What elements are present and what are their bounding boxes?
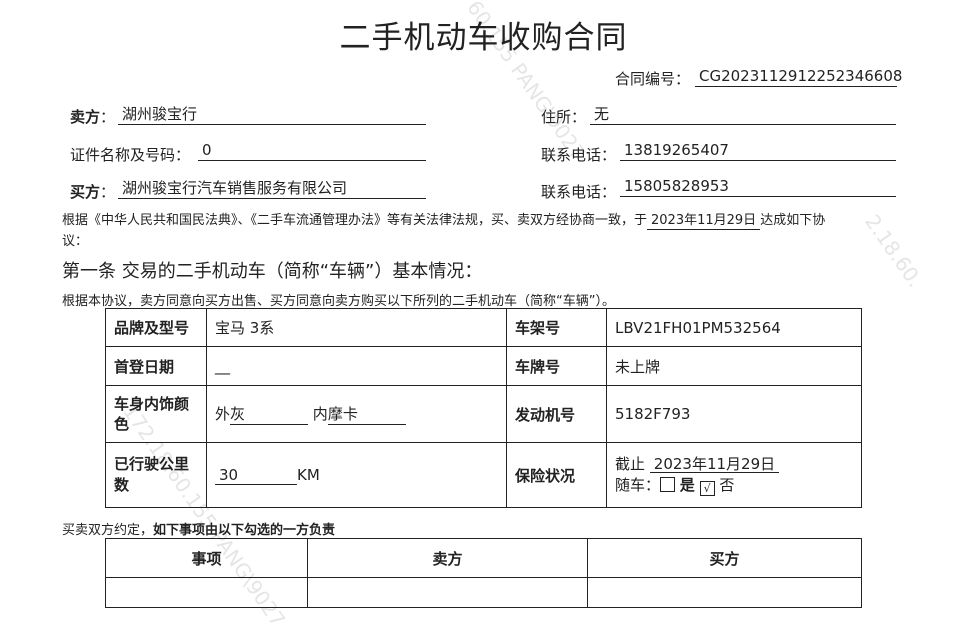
brand-value: 宝马 3系 xyxy=(206,308,507,347)
article1-heading: 第一条 交易的二手机动车（简称“车辆”）基本情况： xyxy=(62,261,483,282)
seller-phone-label: 联系电话： xyxy=(541,146,617,164)
color-label-line2: 色 xyxy=(114,415,130,433)
first-reg-label: 首登日期 xyxy=(105,346,207,386)
insurance-label: 保险状况 xyxy=(506,442,607,508)
table-cell xyxy=(105,577,308,608)
address-field: 无 xyxy=(590,104,896,125)
mileage-label-line2: 数 xyxy=(114,476,130,494)
engine-label: 发动机号 xyxy=(506,385,607,443)
color-label: 车身内饰颜 色 xyxy=(105,385,207,443)
first-reg-value: __ xyxy=(206,346,507,386)
yes-label: 是 xyxy=(679,476,695,494)
col-item: 事项 xyxy=(105,538,308,578)
insurance-value: 截止 2023年11月29日 随车： 是 √ 否 xyxy=(606,442,862,508)
engine-value: 5182F793 xyxy=(606,385,862,443)
table-cell xyxy=(307,577,588,608)
vin-value: LBV21FH01PM532564 xyxy=(606,308,862,347)
int-color-value: 摩卡 xyxy=(327,403,406,425)
table-row xyxy=(105,577,862,608)
preamble: 根据《中华人民共和国民法典》、《二手车流通管理办法》等有关法律法规，买、卖双方经… xyxy=(62,210,907,252)
vehicle-table: 品牌及型号 宝马 3系 车架号 LBV21FH01PM532564 首登日期 _… xyxy=(105,308,862,508)
buyer-label: 买方 xyxy=(70,183,101,201)
plate-value: 未上牌 xyxy=(606,346,862,386)
seller-phone-field: 13819265407 xyxy=(620,140,896,161)
agreement-text-normal: 买卖双方约定， xyxy=(62,523,154,538)
no-label: 否 xyxy=(719,476,735,494)
no-checkbox[interactable]: √ xyxy=(699,481,715,496)
buyer-phone-field: 15805828953 xyxy=(620,176,896,197)
article1-intro: 根据本协议，卖方同意向买方出售、买方同意向卖方购买以下所列的二手机动车（简称“车… xyxy=(62,294,615,309)
responsibility-table: 事项 卖方 买方 xyxy=(105,538,862,608)
ext-color-value: 灰 xyxy=(230,403,309,425)
color-value: 外灰 内摩卡 xyxy=(206,385,507,443)
table-row: 首登日期 __ 车牌号 未上牌 xyxy=(105,346,862,386)
buyer-colon: ： xyxy=(100,183,116,201)
ext-color-label: 外 xyxy=(215,405,231,423)
seller-label: 卖方 xyxy=(70,108,101,126)
id-label: 证件名称及号码： xyxy=(70,146,191,164)
agreement-text-bold: 如下事项由以下勾选的一方负责 xyxy=(153,523,336,538)
color-label-line1: 车身内饰颜 xyxy=(114,395,190,413)
ins-until-value: 2023年11月29日 xyxy=(649,456,780,473)
ins-until-label: 截止 xyxy=(615,455,646,473)
mileage-label: 已行驶公里 数 xyxy=(105,442,207,508)
table-row: 已行驶公里 数 30 KM 保险状况 截止 2023年11月29日 随车： 是 √… xyxy=(105,442,862,508)
buyer-label-row: 买方： xyxy=(70,181,115,202)
int-color-label: 内 xyxy=(312,405,328,423)
mileage-value: 30 xyxy=(215,466,297,485)
vin-label: 车架号 xyxy=(506,308,607,347)
yes-checkbox[interactable] xyxy=(660,477,676,492)
table-cell xyxy=(587,577,862,608)
table-row: 品牌及型号 宝马 3系 车架号 LBV21FH01PM532564 xyxy=(105,308,862,347)
table-row: 车身内饰颜 色 外灰 内摩卡 发动机号 5182F793 xyxy=(105,385,862,443)
contract-no-value: CG2023112912252346608 xyxy=(695,66,902,87)
preamble-text-end: 达成如下协 xyxy=(760,213,826,228)
plate-label: 车牌号 xyxy=(506,346,607,386)
buyer-name-field: 湖州骏宝行汽车销售服务有限公司 xyxy=(118,178,426,199)
contract-no-label: 合同编号： xyxy=(615,70,691,88)
page-title: 二手机动车收购合同 xyxy=(339,20,628,56)
col-buyer: 买方 xyxy=(587,538,862,578)
preamble-text: 根据《中华人民共和国民法典》、《二手车流通管理办法》等有关法律法规，买、卖双方经… xyxy=(62,213,648,228)
preamble-text-wrap: 议： xyxy=(62,234,89,249)
mileage-label-line1: 已行驶公里 xyxy=(114,455,190,473)
preamble-date: 2023年11月29日 xyxy=(647,213,761,230)
brand-label: 品牌及型号 xyxy=(105,308,207,347)
agreement-text: 买卖双方约定，如下事项由以下勾选的一方负责 xyxy=(62,519,335,538)
address-label: 住所： xyxy=(541,108,587,126)
col-seller: 卖方 xyxy=(307,538,588,578)
table-row: 事项 卖方 买方 xyxy=(105,538,862,578)
ins-with-car-label: 随车： xyxy=(615,476,661,494)
id-field: 0 xyxy=(198,140,426,161)
seller-label-row: 卖方： xyxy=(70,106,115,127)
mileage-value-cell: 30 KM xyxy=(206,442,507,508)
seller-name-field: 湖州骏宝行 xyxy=(118,104,426,125)
buyer-phone-label: 联系电话： xyxy=(541,183,617,201)
seller-colon: ： xyxy=(100,108,116,126)
mileage-unit: KM xyxy=(297,465,320,484)
